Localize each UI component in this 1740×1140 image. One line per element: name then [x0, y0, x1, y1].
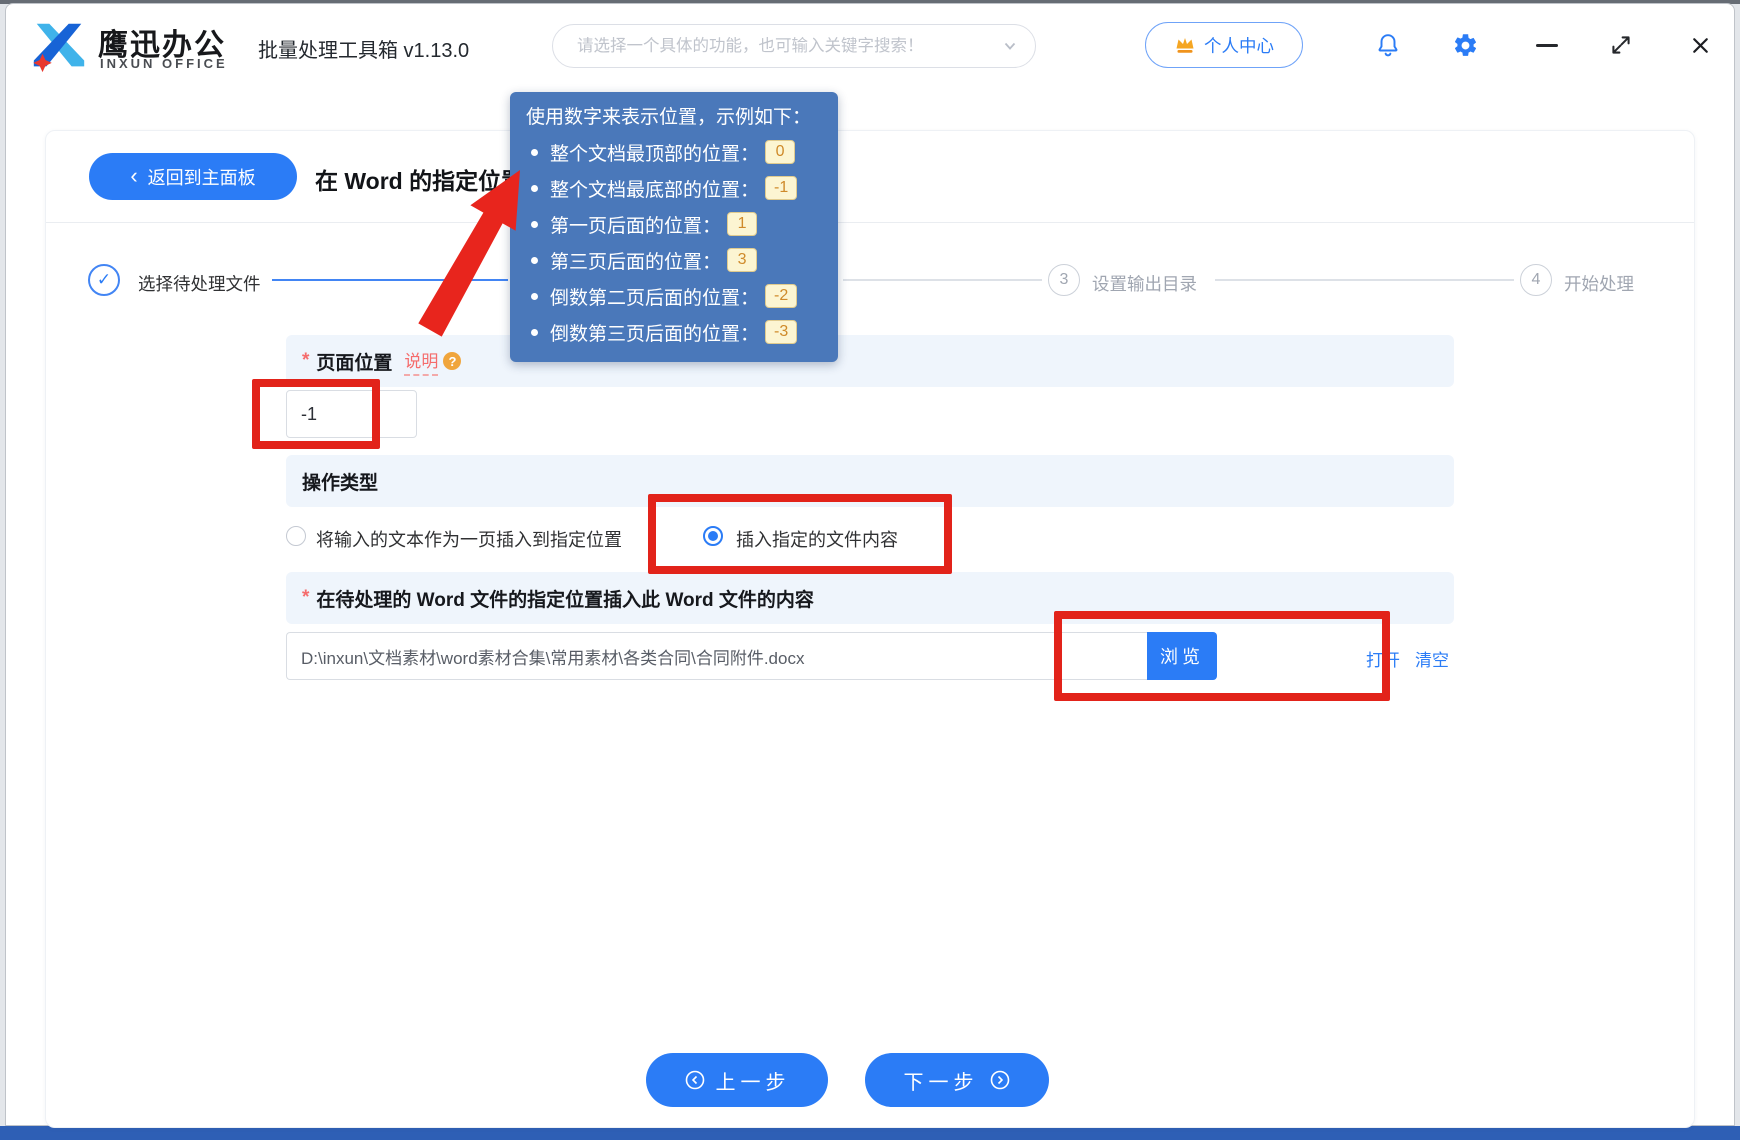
tooltip-title: 使用数字来表示位置，示例如下：	[526, 105, 824, 131]
position-help-tooltip: 使用数字来表示位置，示例如下： 整个文档最顶部的位置： 0 整个文档最底部的位置…	[510, 92, 838, 362]
tooltip-item-value: -1	[765, 176, 797, 200]
page-position-label: 页面位置	[316, 348, 392, 375]
bullet-icon	[531, 149, 538, 156]
radio-insert-file[interactable]	[703, 526, 723, 546]
help-link[interactable]: 说明	[404, 347, 438, 376]
step1-circle: ✓	[88, 264, 120, 296]
step-connector	[843, 279, 1042, 281]
screen: 鹰迅办公 INXUN OFFICE 批量处理工具箱 v1.13.0 个人中心 ‹…	[0, 0, 1740, 1140]
step4-number: 4	[1532, 271, 1541, 289]
bullet-icon	[531, 293, 538, 300]
bullet-icon	[531, 257, 538, 264]
tooltip-item: 整个文档最底部的位置： -1	[526, 173, 824, 203]
step3-number: 3	[1060, 271, 1069, 289]
prev-step-button[interactable]: 上一步	[646, 1053, 828, 1107]
desktop-taskbar-strip	[0, 1126, 1740, 1140]
tooltip-item-text: 整个文档最底部的位置：	[550, 175, 759, 202]
bullet-icon	[531, 221, 538, 228]
tooltip-item: 倒数第三页后面的位置： -3	[526, 317, 824, 347]
browse-button[interactable]: 浏览	[1147, 632, 1217, 680]
page-position-section-header: * 页面位置 说明 ?	[286, 335, 1454, 387]
notifications-bell-icon[interactable]	[1375, 31, 1401, 60]
app-title: 批量处理工具箱 v1.13.0	[258, 34, 469, 63]
radio-insert-file-label[interactable]: 插入指定的文件内容	[736, 526, 898, 552]
tooltip-item-text: 倒数第二页后面的位置：	[550, 283, 759, 310]
circle-chevron-right-icon	[989, 1069, 1011, 1091]
tooltip-item: 第一页后面的位置： 1	[526, 209, 824, 239]
question-mark-icon[interactable]: ?	[443, 352, 461, 370]
step4-circle: 4	[1520, 264, 1552, 296]
required-mark: *	[302, 587, 309, 609]
insert-file-label: 在待处理的 Word 文件的指定位置插入此 Word 文件的内容	[316, 585, 814, 612]
page-position-input[interactable]	[286, 390, 417, 438]
tooltip-item-value: -2	[765, 284, 797, 308]
open-link[interactable]: 打开	[1366, 646, 1400, 671]
tooltip-item: 整个文档最顶部的位置： 0	[526, 137, 824, 167]
radio-insert-text-label[interactable]: 将输入的文本作为一页插入到指定位置	[316, 526, 622, 552]
minimize-button[interactable]	[1536, 44, 1558, 47]
maximize-button[interactable]	[1608, 32, 1634, 58]
tooltip-item-text: 第三页后面的位置：	[550, 247, 721, 274]
tooltip-item: 倒数第二页后面的位置： -2	[526, 281, 824, 311]
tooltip-item-value: 1	[727, 212, 757, 236]
crown-icon	[1174, 36, 1196, 54]
bullet-icon	[531, 329, 538, 336]
next-step-button[interactable]: 下一步	[865, 1053, 1049, 1107]
user-center-label: 个人中心	[1204, 33, 1274, 58]
tooltip-item-text: 倒数第三页后面的位置：	[550, 319, 759, 346]
step-connector	[1215, 279, 1514, 281]
settings-gear-icon[interactable]	[1452, 32, 1479, 59]
tooltip-item-value: 3	[727, 248, 757, 272]
tooltip-item-text: 第一页后面的位置：	[550, 211, 721, 238]
radio-insert-text[interactable]	[286, 526, 306, 546]
divider	[46, 222, 1694, 223]
step3-circle: 3	[1048, 264, 1080, 296]
back-to-dashboard-button[interactable]: ‹ 返回到主面板	[89, 153, 297, 200]
next-step-label: 下一步	[904, 1066, 979, 1095]
chevron-down-icon	[1001, 37, 1019, 55]
step4-label: 开始处理	[1564, 271, 1634, 296]
function-search-select[interactable]	[552, 24, 1036, 68]
circle-chevron-left-icon	[684, 1069, 706, 1091]
close-button[interactable]	[1688, 33, 1713, 58]
app-logo	[28, 16, 90, 74]
check-icon: ✓	[97, 270, 111, 290]
file-path-input[interactable]	[286, 632, 1147, 680]
tooltip-item-text: 整个文档最顶部的位置：	[550, 139, 759, 166]
search-input[interactable]	[575, 36, 1001, 57]
clear-link[interactable]: 清空	[1415, 646, 1449, 671]
step-connector-active	[272, 279, 508, 281]
bullet-icon	[531, 185, 538, 192]
brand-name-en: INXUN OFFICE	[100, 56, 228, 71]
step1-label: 选择待处理文件	[138, 271, 261, 296]
step3-label: 设置输出目录	[1092, 271, 1197, 296]
prev-step-label: 上一步	[716, 1066, 791, 1095]
tooltip-item: 第三页后面的位置： 3	[526, 245, 824, 275]
operation-type-label: 操作类型	[302, 468, 378, 495]
insert-file-section-header: * 在待处理的 Word 文件的指定位置插入此 Word 文件的内容	[286, 572, 1454, 624]
back-button-label: 返回到主面板	[148, 164, 256, 190]
required-mark: *	[302, 350, 309, 372]
operation-type-section-header: 操作类型	[286, 455, 1454, 507]
tooltip-item-value: 0	[765, 140, 795, 164]
user-center-button[interactable]: 个人中心	[1145, 22, 1303, 68]
tooltip-item-value: -3	[765, 320, 797, 344]
chevron-left-icon: ‹	[130, 165, 137, 187]
